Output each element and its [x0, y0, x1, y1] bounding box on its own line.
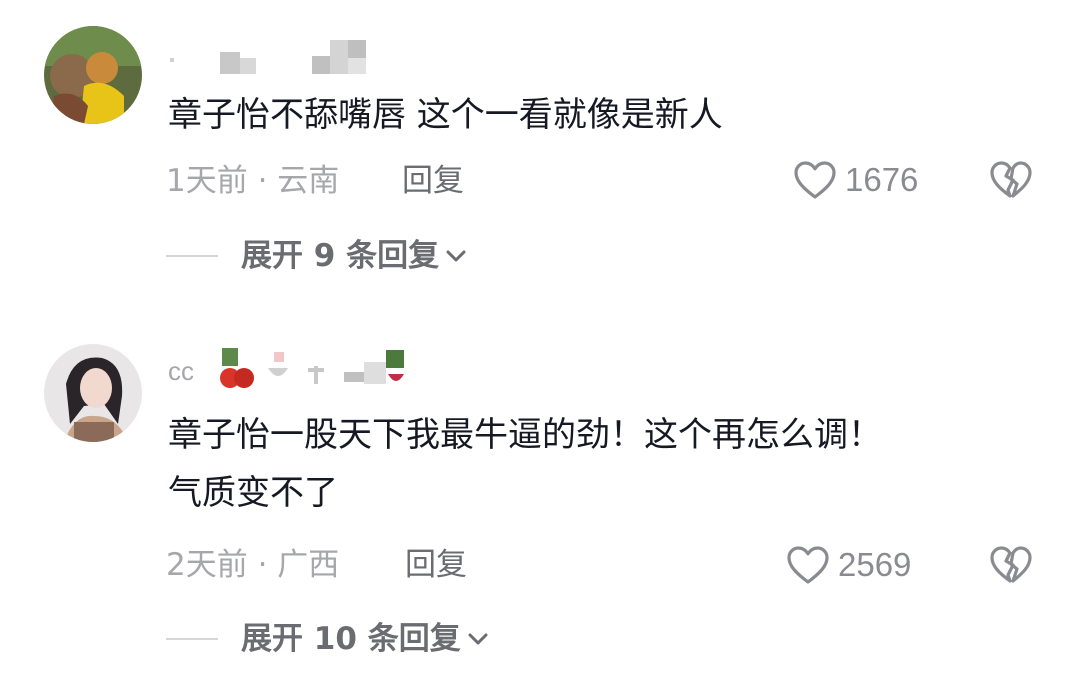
reply-button[interactable]: 回复: [402, 161, 464, 201]
username-redacted[interactable]: [168, 36, 388, 80]
username-visible-prefix: cc: [168, 356, 194, 386]
reply-button[interactable]: 回复: [405, 545, 467, 585]
heart-outline-icon: [794, 161, 836, 199]
username-redacted[interactable]: cc: [168, 348, 438, 392]
expand-replies-button[interactable]: 展开 10 条回复: [241, 619, 489, 659]
avatar[interactable]: [44, 26, 142, 124]
comment-text: 章子怡不舔嘴唇 这个一看就像是新人: [168, 95, 723, 135]
comment-meta: 1天前 · 云南: [166, 163, 340, 199]
expand-divider: [166, 638, 218, 640]
expand-replies-label: 展开 10 条回复: [241, 621, 461, 657]
heart-outline-icon: [787, 546, 829, 584]
expand-replies-label: 展开 9 条回复: [241, 238, 440, 274]
like-count: 2569: [838, 546, 912, 583]
chevron-down-icon: [468, 633, 488, 645]
broken-heart-icon: [990, 161, 1032, 198]
expand-divider: [166, 255, 218, 257]
comment-text: 章子怡一股天下我最牛逼的劲！这个再怎么调！ 气质变不了: [168, 415, 882, 513]
expand-replies-button[interactable]: 展开 9 条回复: [241, 236, 467, 276]
broken-heart-icon: [990, 546, 1032, 583]
like-button[interactable]: 1676: [793, 160, 918, 200]
dislike-button[interactable]: [989, 545, 1033, 589]
like-button[interactable]: 2569: [786, 545, 911, 585]
chevron-down-icon: [446, 250, 466, 262]
like-count: 1676: [845, 161, 919, 198]
avatar[interactable]: [44, 344, 142, 442]
comment-meta: 2天前 · 广西: [166, 547, 340, 583]
dislike-button[interactable]: [989, 160, 1033, 204]
